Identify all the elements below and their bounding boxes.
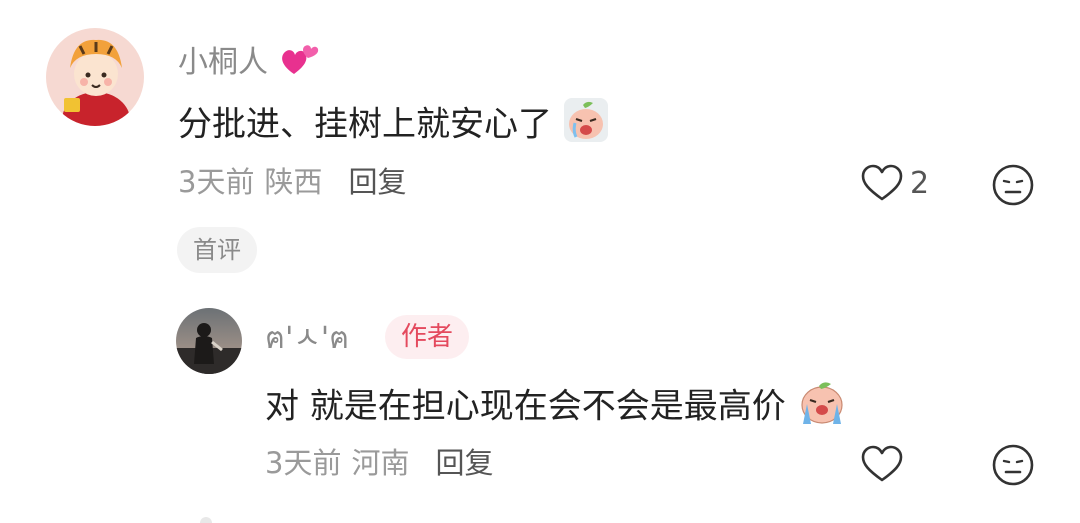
crying-peach-face-sticker	[797, 378, 847, 438]
comment-text: 分批进、挂树上就安心了	[178, 104, 552, 145]
like-button[interactable]	[860, 444, 904, 488]
dislike-button[interactable]	[991, 443, 1035, 491]
crying-peach-face-sticker	[563, 97, 609, 155]
username[interactable]: 小桐人	[178, 45, 268, 80]
comment-region: 陕西	[264, 165, 323, 199]
two-hearts-icon	[278, 38, 320, 89]
reply-button[interactable]: 回复	[435, 446, 493, 480]
dislike-button[interactable]	[991, 163, 1035, 211]
username-row: 小桐人	[178, 38, 320, 89]
heart-icon	[860, 444, 904, 488]
reply-button[interactable]: 回复	[348, 165, 406, 199]
username[interactable]: ฅ'ㅅ'ฅ	[265, 319, 349, 359]
avatar[interactable]	[46, 28, 144, 126]
comment-text-row: 分批进、挂树上就安心了	[178, 97, 609, 155]
like-button[interactable]	[860, 163, 904, 207]
avatar[interactable]	[176, 308, 242, 374]
expressionless-face-icon	[991, 443, 1035, 491]
comment-region: 河南	[351, 446, 410, 480]
author-badge: 作者	[385, 315, 470, 359]
next-item-peek	[200, 517, 212, 523]
comment-text-row: 对 就是在担心现在会不会是最高价	[265, 378, 847, 438]
comment-meta: 3天前 陕西 回复	[178, 162, 406, 202]
heart-icon	[860, 163, 904, 207]
comment-time: 3天前	[178, 165, 255, 199]
comment-time: 3天前	[265, 446, 342, 480]
comment-text: 对 就是在担心现在会不会是最高价	[265, 386, 786, 427]
first-comment-badge: 首评	[177, 227, 257, 273]
expressionless-face-icon	[991, 163, 1035, 211]
comment-meta: 3天前 河南 回复	[265, 443, 493, 483]
like-count: 2	[910, 166, 930, 201]
